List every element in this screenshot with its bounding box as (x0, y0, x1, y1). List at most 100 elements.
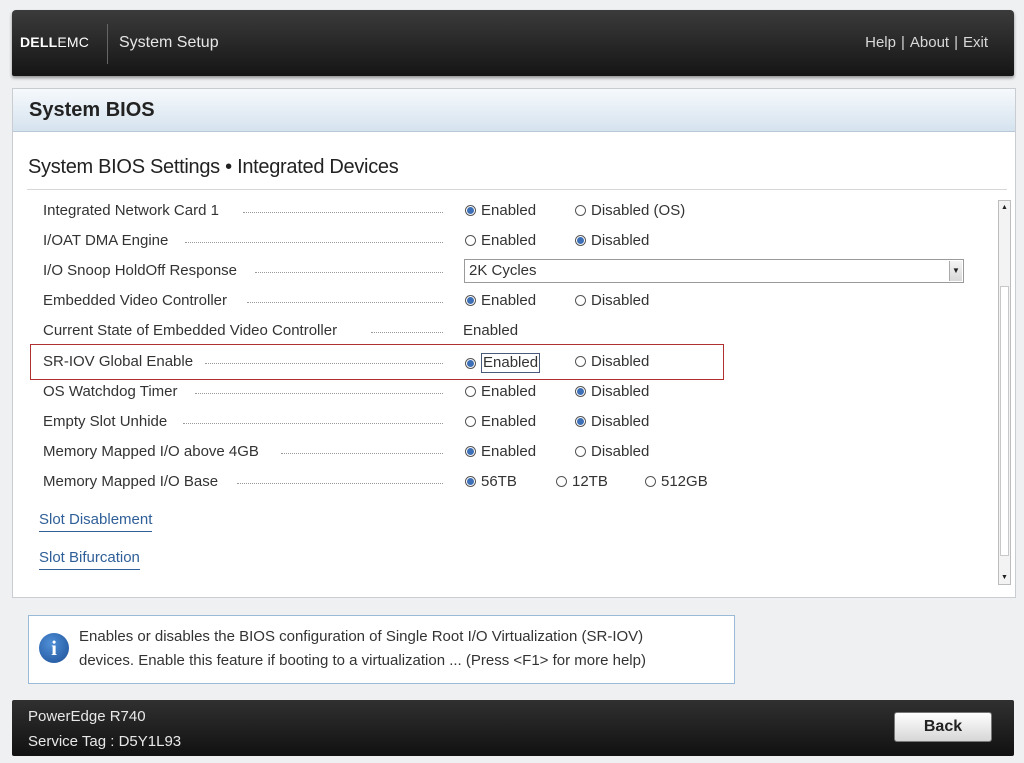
footer-bar: PowerEdge R740 Service Tag : D5Y1L93 Bac… (12, 700, 1014, 756)
radio-disabled[interactable]: Disabled (575, 292, 649, 309)
dell-emc-logo: DELLEMC (20, 34, 89, 50)
radio-disabled[interactable]: Disabled (575, 353, 649, 370)
radio-unselected-icon (575, 446, 586, 457)
section-divider (27, 189, 1007, 190)
dotted-leader (371, 332, 443, 333)
radio-selected-icon (465, 205, 476, 216)
radio-unselected-icon (575, 295, 586, 306)
radio-disabled[interactable]: Disabled (575, 443, 649, 460)
exit-link[interactable]: Exit (963, 34, 988, 51)
radio-enabled[interactable]: Enabled (465, 353, 541, 373)
radio-12tb[interactable]: 12TB (556, 473, 608, 490)
dropdown-arrow-icon[interactable]: ▼ (949, 261, 962, 281)
radio-enabled[interactable]: Enabled (465, 292, 536, 309)
help-text: Enables or disables the BIOS configurati… (79, 625, 719, 673)
setting-row-current-video-state: Current State of Embedded Video Controll… (43, 319, 973, 345)
dotted-leader (247, 302, 443, 303)
radio-selected-icon (465, 476, 476, 487)
dotted-leader (237, 483, 443, 484)
info-icon: i (39, 633, 69, 663)
scroll-down-arrow-icon[interactable]: ▼ (999, 571, 1010, 584)
dotted-leader (255, 272, 443, 273)
back-button[interactable]: Back (894, 712, 992, 742)
link-separator: | (954, 34, 958, 51)
service-tag: Service Tag : D5Y1L93 (28, 733, 182, 750)
setting-row-mmio-above-4gb: Memory Mapped I/O above 4GB Enabled Disa… (43, 440, 973, 466)
setting-row-io-snoop: I/O Snoop HoldOff Response 2K Cycles ▼ (43, 259, 973, 285)
radio-enabled[interactable]: Enabled (465, 413, 536, 430)
dotted-leader (281, 453, 443, 454)
dotted-leader (205, 363, 443, 364)
io-snoop-dropdown[interactable]: 2K Cycles ▼ (464, 259, 964, 283)
setting-row-empty-slot-unhide: Empty Slot Unhide Enabled Disabled (43, 410, 973, 436)
about-link[interactable]: About (910, 34, 949, 51)
logo-dell-text: DELL (20, 34, 58, 50)
dropdown-value: 2K Cycles (469, 262, 537, 279)
option-label: Disabled (591, 443, 650, 460)
radio-disabled[interactable]: Disabled (575, 232, 649, 249)
scrollbar-thumb[interactable] (1000, 286, 1009, 556)
radio-selected-icon (575, 416, 586, 427)
server-model: PowerEdge R740 (28, 708, 146, 725)
radio-selected-icon (465, 446, 476, 457)
option-label: 56TB (481, 473, 517, 490)
option-label: Enabled (481, 413, 537, 430)
option-label: Disabled (591, 232, 650, 249)
section-title: System BIOS Settings • Integrated Device… (28, 156, 399, 178)
radio-enabled[interactable]: Enabled (465, 383, 536, 400)
radio-disabled[interactable]: Disabled (575, 383, 649, 400)
option-label: Enabled (481, 383, 537, 400)
radio-enabled[interactable]: Enabled (465, 202, 536, 219)
panel-title: System BIOS (13, 89, 1015, 132)
option-label: Disabled (591, 413, 650, 430)
dotted-leader (183, 423, 443, 424)
radio-unselected-icon (556, 476, 567, 487)
scroll-up-arrow-icon[interactable]: ▲ (999, 201, 1010, 214)
radio-unselected-icon (465, 386, 476, 397)
radio-512gb[interactable]: 512GB (645, 473, 708, 490)
radio-enabled[interactable]: Enabled (465, 443, 536, 460)
dotted-leader (195, 393, 443, 394)
radio-selected-icon (465, 357, 476, 369)
help-info-box: i Enables or disables the BIOS configura… (28, 615, 735, 684)
setting-row-integrated-network-card: Integrated Network Card 1 Enabled Disabl… (43, 199, 973, 225)
logo-emc-text: EMC (57, 34, 90, 50)
help-text-line-2: devices. Enable this feature if booting … (79, 652, 646, 669)
slot-disablement-link[interactable]: Slot Disablement (39, 511, 153, 532)
radio-unselected-icon (645, 476, 656, 487)
setting-row-sriov: SR-IOV Global Enable Enabled Disabled (43, 350, 973, 376)
option-label: Enabled (481, 443, 537, 460)
setting-row-ioat-dma: I/OAT DMA Engine Enabled Disabled (43, 229, 973, 255)
option-label: Enabled (481, 202, 537, 219)
radio-unselected-icon (575, 356, 586, 367)
radio-selected-icon (575, 235, 586, 246)
radio-disabled[interactable]: Disabled (575, 413, 649, 430)
read-only-value: Enabled (463, 322, 519, 339)
option-label: Enabled (481, 232, 537, 249)
radio-56tb[interactable]: 56TB (465, 473, 517, 490)
link-separator: | (900, 34, 905, 51)
radio-selected-icon (465, 295, 476, 306)
setting-label: Current State of Embedded Video Controll… (43, 322, 338, 339)
setting-row-embedded-video: Embedded Video Controller Enabled Disabl… (43, 289, 973, 315)
help-text-line-1: Enables or disables the BIOS configurati… (79, 628, 644, 645)
app-title: System Setup (119, 34, 219, 51)
radio-unselected-icon (465, 416, 476, 427)
option-label-focused: Enabled (481, 353, 541, 373)
option-label: Disabled (OS) (591, 202, 686, 219)
option-label: 12TB (572, 473, 608, 490)
slot-bifurcation-link[interactable]: Slot Bifurcation (39, 549, 140, 570)
option-label: Disabled (591, 383, 650, 400)
setting-label: Memory Mapped I/O Base (43, 473, 219, 490)
top-bar: DELLEMC System Setup Help | About | Exit (12, 10, 1014, 76)
setting-label: Embedded Video Controller (43, 292, 228, 309)
settings-panel: System BIOS System BIOS Settings • Integ… (12, 88, 1016, 598)
setting-label: SR-IOV Global Enable (43, 353, 194, 370)
radio-disabled-os[interactable]: Disabled (OS) (575, 202, 685, 219)
option-label: Disabled (591, 292, 650, 309)
help-link[interactable]: Help (865, 34, 896, 51)
vertical-scrollbar[interactable]: ▲ ▼ (998, 200, 1011, 585)
header-links: Help | About | Exit (865, 34, 988, 51)
radio-enabled[interactable]: Enabled (465, 232, 536, 249)
setting-label: I/O Snoop HoldOff Response (43, 262, 238, 279)
